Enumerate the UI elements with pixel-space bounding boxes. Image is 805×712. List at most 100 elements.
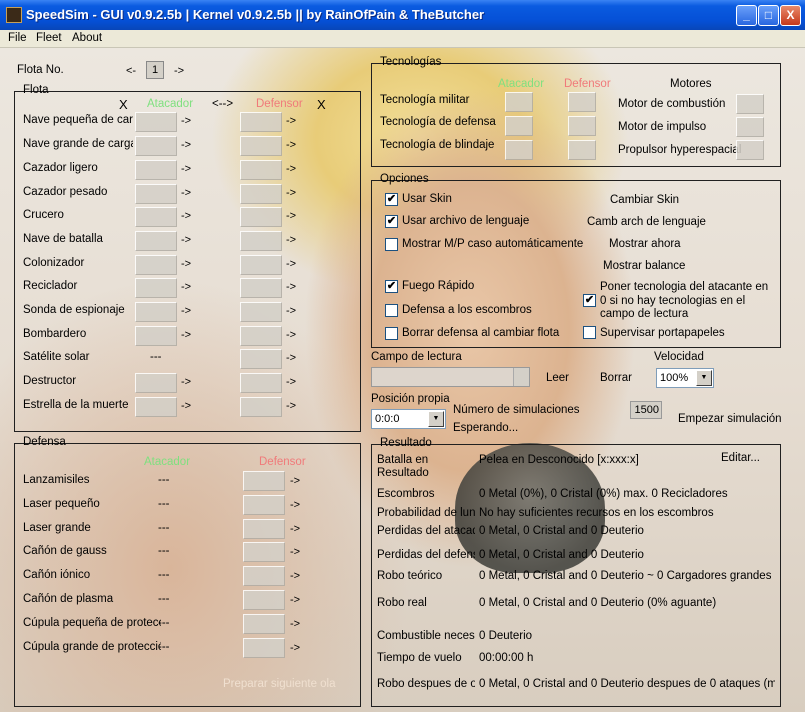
change-skin-button[interactable]: Cambiar Skin — [610, 194, 679, 206]
ship-attacker-arrow[interactable]: -> — [181, 210, 191, 222]
ship-attacker-input[interactable] — [135, 160, 177, 180]
tech-military-def-input[interactable] — [568, 92, 596, 112]
clear-defender-icon[interactable]: X — [317, 97, 326, 112]
ship-defender-input[interactable] — [240, 231, 282, 251]
tech-armor-att-input[interactable] — [505, 140, 533, 160]
defense-defender-arrow[interactable]: -> — [290, 570, 300, 582]
defense-defender-arrow[interactable]: -> — [290, 642, 300, 654]
ship-attacker-arrow[interactable]: -> — [181, 376, 191, 388]
next-wave-button[interactable]: Preparar siguiente ola — [223, 678, 336, 690]
defense-defender-input[interactable] — [243, 519, 285, 539]
option-checkbox[interactable] — [385, 304, 398, 317]
engine-combustion-input[interactable] — [736, 94, 764, 114]
velocidad-dropdown-icon[interactable]: ▼ — [696, 370, 712, 386]
ship-defender-input[interactable] — [240, 207, 282, 227]
defense-defender-arrow[interactable]: -> — [290, 475, 300, 487]
ship-defender-input[interactable] — [240, 112, 282, 132]
defense-defender-input[interactable] — [243, 542, 285, 562]
ship-attacker-input[interactable] — [135, 184, 177, 204]
ship-attacker-input[interactable] — [135, 397, 177, 417]
prev-fleet-button[interactable]: <- — [126, 65, 136, 77]
ship-defender-arrow[interactable]: -> — [286, 187, 296, 199]
defense-defender-input[interactable] — [243, 495, 285, 515]
ship-defender-input[interactable] — [240, 136, 282, 156]
minimize-button[interactable]: _ — [736, 5, 757, 26]
ship-attacker-input[interactable] — [135, 231, 177, 251]
ship-defender-input[interactable] — [240, 302, 282, 322]
ship-defender-input[interactable] — [240, 255, 282, 275]
engine-hyper-input[interactable] — [736, 140, 764, 160]
velocidad-select[interactable]: 100% ▼ — [656, 368, 714, 388]
poner-tech-checkbox[interactable]: ✔ — [583, 294, 596, 307]
show-balance-button[interactable]: Mostrar balance — [603, 260, 685, 272]
ship-attacker-arrow[interactable]: -> — [181, 281, 191, 293]
ship-defender-input[interactable] — [240, 373, 282, 393]
engine-impulse-input[interactable] — [736, 117, 764, 137]
ship-attacker-input[interactable] — [135, 302, 177, 322]
ship-attacker-arrow[interactable]: -> — [181, 139, 191, 151]
ship-attacker-input[interactable] — [135, 255, 177, 275]
defense-defender-input[interactable] — [243, 471, 285, 491]
maximize-button[interactable]: □ — [758, 5, 779, 26]
ship-defender-input[interactable] — [240, 184, 282, 204]
ship-attacker-arrow[interactable]: -> — [181, 163, 191, 175]
ship-defender-input[interactable] — [240, 397, 282, 417]
show-now-button[interactable]: Mostrar ahora — [609, 238, 681, 250]
ship-defender-arrow[interactable]: -> — [286, 400, 296, 412]
ship-defender-arrow[interactable]: -> — [286, 115, 296, 127]
ship-attacker-arrow[interactable]: -> — [181, 115, 191, 127]
ship-defender-input[interactable] — [240, 326, 282, 346]
sims-input[interactable]: 1500 — [630, 401, 662, 419]
ship-attacker-input[interactable] — [135, 207, 177, 227]
ship-defender-input[interactable] — [240, 349, 282, 369]
ship-defender-arrow[interactable]: -> — [286, 329, 296, 341]
posicion-select[interactable]: 0:0:0 ▼ — [371, 409, 446, 429]
defense-defender-arrow[interactable]: -> — [290, 618, 300, 630]
ship-defender-arrow[interactable]: -> — [286, 376, 296, 388]
ship-attacker-arrow[interactable]: -> — [181, 258, 191, 270]
ship-defender-arrow[interactable]: -> — [286, 352, 296, 364]
ship-attacker-input[interactable] — [135, 373, 177, 393]
ship-defender-arrow[interactable]: -> — [286, 258, 296, 270]
ship-attacker-input[interactable] — [135, 326, 177, 346]
ship-attacker-arrow[interactable]: -> — [181, 187, 191, 199]
ship-defender-arrow[interactable]: -> — [286, 305, 296, 317]
option-checkbox[interactable] — [385, 327, 398, 340]
defense-defender-input[interactable] — [243, 638, 285, 658]
ship-attacker-arrow[interactable]: -> — [181, 329, 191, 341]
defense-defender-arrow[interactable]: -> — [290, 523, 300, 535]
ship-attacker-input[interactable] — [135, 136, 177, 156]
option-checkbox[interactable]: ✔ — [385, 280, 398, 293]
ship-defender-arrow[interactable]: -> — [286, 163, 296, 175]
ship-defender-arrow[interactable]: -> — [286, 139, 296, 151]
close-button[interactable]: X — [780, 5, 801, 26]
clear-attacker-icon[interactable]: X — [119, 97, 128, 112]
tech-armor-def-input[interactable] — [568, 140, 596, 160]
start-simulation-button[interactable]: Empezar simulación — [678, 413, 782, 425]
ship-defender-arrow[interactable]: -> — [286, 210, 296, 222]
ship-attacker-arrow[interactable]: -> — [181, 400, 191, 412]
option-checkbox[interactable] — [385, 238, 398, 251]
campo-scrollbar[interactable] — [513, 368, 529, 386]
defense-defender-input[interactable] — [243, 614, 285, 634]
defense-defender-arrow[interactable]: -> — [290, 546, 300, 558]
next-fleet-button[interactable]: -> — [174, 65, 184, 77]
ship-attacker-input[interactable] — [135, 112, 177, 132]
tech-military-att-input[interactable] — [505, 92, 533, 112]
menu-file[interactable]: File — [8, 32, 27, 44]
editar-button[interactable]: Editar... — [721, 452, 760, 464]
menu-fleet[interactable]: Fleet — [36, 32, 62, 44]
defense-defender-input[interactable] — [243, 566, 285, 586]
defense-defender-input[interactable] — [243, 590, 285, 610]
ship-attacker-input[interactable] — [135, 278, 177, 298]
borrar-button[interactable]: Borrar — [600, 372, 632, 384]
posicion-dropdown-icon[interactable]: ▼ — [428, 411, 444, 427]
leer-button[interactable]: Leer — [546, 372, 569, 384]
ship-attacker-arrow[interactable]: -> — [181, 305, 191, 317]
campo-textarea[interactable] — [371, 367, 530, 387]
defense-defender-arrow[interactable]: -> — [290, 499, 300, 511]
ship-defender-input[interactable] — [240, 278, 282, 298]
ship-attacker-arrow[interactable]: -> — [181, 234, 191, 246]
change-language-button[interactable]: Camb arch de lenguaje — [587, 216, 706, 228]
option-checkbox[interactable]: ✔ — [385, 193, 398, 206]
